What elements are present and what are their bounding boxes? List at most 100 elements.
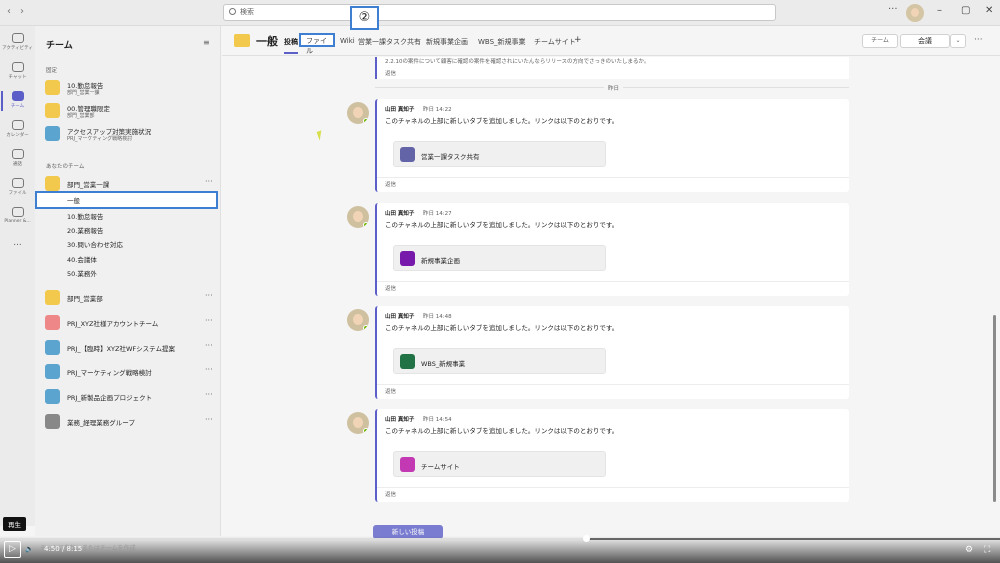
forward-icon[interactable]: › (20, 6, 24, 17)
message-card: 山田 真知子 昨日 14:27 このチャネルの上部に新しいタブを追加しました。リ… (375, 203, 849, 296)
more-icon[interactable]: ··· (205, 291, 213, 300)
pinned-item[interactable]: アクセスアップ対策実施状況 PRJ_マーケティング戦略検討 (45, 124, 215, 144)
search-icon (229, 8, 236, 15)
team-item[interactable]: 部門_営業部 ··· (45, 288, 215, 308)
more-icon[interactable]: ··· (205, 365, 213, 374)
channel-item[interactable]: 30.問い合わせ対応 (67, 239, 123, 249)
presence-dot (363, 222, 369, 228)
seek-progress (0, 538, 586, 540)
play-icon[interactable]: ▷ (4, 541, 21, 558)
rail-calls[interactable]: 通話 (0, 149, 35, 167)
add-tab-button[interactable]: + (574, 35, 582, 45)
teams-pane: チーム ≡ 固定 10.勤怠報告 部門_営業一課 00.管理職限定 部門_営業部 ア… (35, 26, 221, 536)
tab-team-site[interactable]: チームサイト (534, 37, 576, 47)
author-avatar[interactable] (347, 309, 369, 331)
meet-button[interactable]: 会議 (900, 34, 950, 48)
author-avatar[interactable] (347, 412, 369, 434)
tab-link-card[interactable]: 営業一課タスク共有 (393, 141, 606, 167)
minimize-icon[interactable]: – (937, 5, 942, 16)
phone-icon (11, 149, 24, 159)
author-avatar[interactable] (347, 102, 369, 124)
pinned-item[interactable]: 00.管理職限定 部門_営業部 (45, 101, 215, 121)
reply-button[interactable]: 返信 (377, 177, 849, 192)
rail-calendar[interactable]: カレンダー (0, 120, 35, 138)
video-player-bar (0, 536, 1000, 563)
tab-new-business[interactable]: 新規事業企画 (426, 37, 468, 47)
gear-icon[interactable]: ⚙ (965, 545, 973, 555)
team-avatar (45, 126, 60, 141)
highlight-files-tab[interactable]: ファイル (299, 33, 335, 55)
your-teams-label: あなたのチーム (46, 164, 85, 170)
team-item[interactable]: PRJ_XYZ社様アカウントチーム ··· (45, 313, 215, 333)
calendar-icon (11, 120, 24, 130)
filter-icon[interactable]: ≡ (203, 38, 210, 47)
active-tab-underline (284, 52, 298, 54)
more-icon[interactable]: ··· (974, 35, 983, 45)
channel-item[interactable]: 20.業務報告 (67, 225, 103, 235)
maximize-icon[interactable]: ▢ (961, 5, 970, 16)
pinned-label: 固定 (46, 68, 58, 74)
chevron-down-icon[interactable]: ⌄ (950, 34, 966, 48)
seek-handle[interactable] (583, 535, 590, 542)
fullscreen-icon[interactable]: ⛶ (984, 545, 990, 555)
app-rail: アクティビティ チャット チーム カレンダー 通話 ファイル Planner &… (0, 26, 35, 526)
tab-posts[interactable]: 投稿 (284, 37, 298, 47)
title-bar: ‹ › 検索 ··· – ▢ ✕ (0, 0, 1000, 26)
channel-header: 一般 投稿 ファイル Wiki 営業一課タスク共有 新規事業企画 WBS_新規事… (222, 26, 1000, 56)
highlight-general-channel[interactable]: 一般 (35, 191, 218, 209)
volume-icon[interactable]: 🔈 (25, 545, 34, 553)
team-item[interactable]: PRJ_新製品企画プロジェクト ··· (45, 387, 215, 407)
rail-more[interactable]: ... (0, 238, 35, 248)
rail-files[interactable]: ファイル (0, 178, 35, 196)
excel-icon (400, 354, 415, 369)
team-avatar (45, 103, 60, 118)
team-item[interactable]: PRJ_マーケティング戦略検討 ··· (45, 362, 215, 382)
channel-item[interactable]: 50.業務外 (67, 268, 97, 278)
author-avatar[interactable] (347, 206, 369, 228)
tab-link-card[interactable]: 新規事業企画 (393, 245, 606, 271)
more-icon[interactable]: ··· (205, 415, 213, 424)
planner-icon (400, 147, 415, 162)
team-button[interactable]: チーム (862, 34, 898, 48)
back-icon[interactable]: ‹ (7, 6, 11, 17)
tab-link-card[interactable]: チームサイト (393, 451, 606, 477)
globe-icon (400, 457, 415, 472)
message-card: 山田 真知子 昨日 14:48 このチャネルの上部に新しいタブを追加しました。リ… (375, 306, 849, 399)
teams-icon (11, 91, 24, 101)
tab-wbs[interactable]: WBS_新規事業 (478, 37, 526, 47)
reply-button[interactable]: 返信 (377, 384, 849, 399)
rail-chat[interactable]: チャット (0, 62, 35, 80)
avatar[interactable] (906, 4, 924, 22)
more-icon[interactable]: ··· (205, 390, 213, 399)
team-avatar (45, 364, 60, 379)
team-item[interactable]: PRJ_【臨時】XYZ社WFシステム提案 ··· (45, 338, 215, 358)
more-icon[interactable]: ··· (205, 177, 213, 186)
pinned-item[interactable]: 10.勤怠報告 部門_営業一課 (45, 78, 215, 98)
teams-title: チーム (46, 41, 73, 51)
reply-button[interactable]: 返信 (385, 69, 396, 77)
bell-icon (11, 33, 24, 43)
presence-dot (363, 325, 369, 331)
rail-teams[interactable]: チーム (0, 91, 35, 111)
rail-planner[interactable]: Planner &... (0, 207, 35, 224)
tab-task-share[interactable]: 営業一課タスク共有 (358, 37, 421, 47)
rail-activity[interactable]: アクティビティ (0, 33, 35, 51)
close-icon[interactable]: ✕ (985, 5, 993, 16)
team-avatar (45, 80, 60, 95)
team-avatar (234, 34, 250, 47)
channel-item[interactable]: 10.勤怠報告 (67, 211, 103, 221)
search-input[interactable]: 検索 (223, 4, 776, 21)
more-icon[interactable]: ··· (205, 341, 213, 350)
team-avatar (45, 389, 60, 404)
scrollbar[interactable] (993, 315, 996, 502)
more-icon[interactable]: ··· (888, 4, 898, 15)
channel-item[interactable]: 40.会議体 (67, 254, 97, 264)
reply-button[interactable]: 返信 (377, 487, 849, 502)
chat-icon (11, 62, 24, 72)
reply-button[interactable]: 返信 (377, 281, 849, 296)
date-label: 昨日 (604, 84, 624, 92)
tab-link-card[interactable]: WBS_新規事業 (393, 348, 606, 374)
team-item[interactable]: 業務_経理業務グループ ··· (45, 412, 215, 432)
more-icon[interactable]: ··· (205, 316, 213, 325)
tab-wiki[interactable]: Wiki (340, 37, 355, 45)
